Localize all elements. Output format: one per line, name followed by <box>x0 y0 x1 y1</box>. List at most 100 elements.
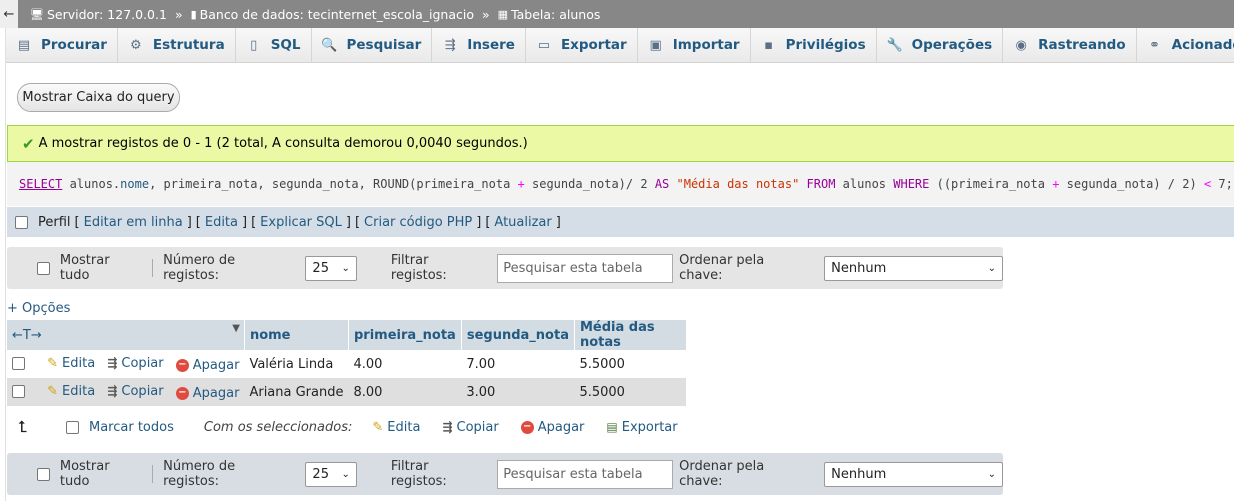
row-edit-button[interactable]: ✎ Edita <box>47 356 95 371</box>
table-row: ✎ Edita ⇶ Copiar − Apagar Valéria Linda 4.0… <box>7 350 687 378</box>
divider <box>152 465 154 483</box>
divider <box>152 259 154 277</box>
breadcrumb-server[interactable]: 🖥 Servidor: 127.0.0.1 <box>30 7 167 22</box>
table-icon: ▦ <box>497 7 509 21</box>
cell-primeira-nota[interactable]: 4.00 <box>348 350 462 378</box>
breadcrumb-table[interactable]: ▦ Tabela: alunos <box>498 7 601 22</box>
tab-insert[interactable]: ⇶ Insere <box>432 28 526 62</box>
bulk-actions-bar: ⮤ Marcar todos Com os seleccionados: ✎ Ed… <box>18 414 700 440</box>
cell-segunda-nota[interactable]: 3.00 <box>461 378 575 406</box>
sort-key-select[interactable]: Nenhum ⌄ <box>824 255 1003 281</box>
bulk-export-button[interactable]: ▤ Exportar <box>606 420 677 435</box>
chevron-down-icon: ⌄ <box>987 262 996 274</box>
cell-media[interactable]: 5.5000 <box>574 378 687 406</box>
column-header-media[interactable]: Média das notas <box>574 320 687 350</box>
cell-primeira-nota[interactable]: 8.00 <box>348 378 462 406</box>
profile-checkbox[interactable] <box>15 215 28 229</box>
tab-import[interactable]: ▣ Importar <box>638 28 751 62</box>
tab-triggers[interactable]: ⚭Acionadores <box>1137 28 1234 62</box>
tab-bar: ▤ Procurar ⚙ Estrutura ▯ SQL 🔍 Pesquisar ⇶ In… <box>6 28 1234 63</box>
triggers-icon: ⚭ <box>1149 37 1161 53</box>
refresh-link[interactable]: Atualizar <box>494 215 551 230</box>
column-menu-chevron-icon[interactable]: ▼ <box>232 323 240 334</box>
show-all-checkbox[interactable] <box>37 261 50 275</box>
num-rows-select[interactable]: 25 ⌄ <box>305 255 357 281</box>
column-header-nome[interactable]: nome <box>244 320 349 350</box>
profile-label: Perfil <box>38 214 71 230</box>
tab-export[interactable]: ▭ Exportar <box>526 28 638 62</box>
cell-nome[interactable]: Valéria Linda <box>244 350 349 378</box>
with-selected-label: Com os seleccionados: <box>203 419 353 435</box>
edit-inline-link[interactable]: Editar em linha <box>84 215 183 230</box>
filter-input[interactable]: Pesquisar esta tabela <box>497 253 674 283</box>
sort-label: Ordenar pela chave: <box>679 459 765 489</box>
filter-label: Filtrar registos: <box>390 459 447 489</box>
row-copy-button[interactable]: ⇶ Copiar <box>107 356 163 371</box>
row-checkbox[interactable] <box>12 357 25 370</box>
cell-nome[interactable]: Ariana Grande <box>244 378 349 406</box>
bulk-delete-button[interactable]: − Apagar <box>520 420 584 435</box>
left-edge <box>0 28 6 501</box>
bracket: [ <box>195 214 201 230</box>
tab-browse[interactable]: ▤ Procurar <box>6 28 118 62</box>
filter-input[interactable]: Pesquisar esta tabela <box>497 459 674 489</box>
check-all-label[interactable]: Marcar todos <box>89 420 174 435</box>
tab-structure[interactable]: ⚙ Estrutura <box>118 28 236 62</box>
column-header-segunda-nota[interactable]: segunda_nota <box>461 320 575 350</box>
sql-text: ((primeira_nota <box>929 177 1053 191</box>
arrow-up-left-icon: ⮤ <box>18 417 28 436</box>
show-query-box-button[interactable]: Mostrar Caixa do query <box>17 83 180 112</box>
column-header-primeira-nota[interactable]: primeira_nota <box>348 320 462 350</box>
sql-operator: < <box>1203 177 1212 191</box>
results-table: ←T→ ▼ nome primeira_nota segunda_nota Mé… <box>7 320 687 406</box>
row-checkbox[interactable] <box>12 385 25 398</box>
tab-operations[interactable]: 🔧 Operações <box>877 28 1004 62</box>
bracket: ] <box>242 214 248 230</box>
back-arrow-icon[interactable]: ← <box>0 0 18 28</box>
row-edit-button[interactable]: ✎ Edita <box>47 384 95 399</box>
row-copy-button[interactable]: ⇶ Copiar <box>107 384 163 399</box>
chevron-down-icon: ⌄ <box>341 262 350 274</box>
row-delete-button[interactable]: − Apagar <box>175 386 239 401</box>
sql-operator: + <box>1052 177 1060 191</box>
sql-column: nome <box>120 177 150 191</box>
cell-media[interactable]: 5.5000 <box>574 350 687 378</box>
sql-text: , primeira_nota, segunda_nota, ROUND(pri… <box>149 177 518 191</box>
bulk-edit-button[interactable]: ✎ Edita <box>372 420 420 435</box>
export-icon: ▤ <box>606 420 618 434</box>
pencil-icon: ✎ <box>372 419 384 435</box>
bracket: ] <box>476 214 482 230</box>
sql-string: "Média das notas" <box>669 177 807 191</box>
create-php-link[interactable]: Criar código PHP <box>364 215 472 230</box>
edit-query-link[interactable]: Edita <box>205 215 238 230</box>
tab-search[interactable]: 🔍 Pesquisar <box>312 28 433 62</box>
column-arrows-icon[interactable]: ←T→ <box>12 328 42 343</box>
show-all-checkbox[interactable] <box>37 467 50 481</box>
sql-keyword-select[interactable]: SELECT <box>19 177 62 191</box>
cell-segunda-nota[interactable]: 7.00 <box>461 350 575 378</box>
tab-privileges[interactable]: ▪ Privilégios <box>751 28 877 62</box>
num-rows-label: Número de registos: <box>163 459 236 489</box>
num-rows-select[interactable]: 25 ⌄ <box>305 461 357 487</box>
breadcrumb-database[interactable]: ▮ Banco de dados: tecinternet_escola_ign… <box>191 7 474 22</box>
breadcrumb-separator: » <box>482 6 490 22</box>
tab-sql[interactable]: ▯ SQL <box>236 28 312 62</box>
chevron-down-icon: ⌄ <box>341 468 350 480</box>
row-delete-button[interactable]: − Apagar <box>175 358 239 373</box>
show-all-label: Mostrar tudo <box>59 253 110 283</box>
structure-icon: ⚙ <box>130 37 142 53</box>
sql-keyword-from: FROM <box>806 177 836 191</box>
sort-key-select[interactable]: Nenhum ⌄ <box>824 461 1003 487</box>
explain-sql-link[interactable]: Explicar SQL <box>260 215 342 230</box>
sql-keyword-where: WHERE <box>893 177 930 191</box>
options-link[interactable]: + Opções <box>7 301 70 316</box>
pencil-icon: ✎ <box>47 384 59 399</box>
bulk-copy-button[interactable]: ⇶ Copiar <box>442 420 498 435</box>
import-icon: ▣ <box>649 37 662 53</box>
sql-query-display: SELECT alunos. nome , primeira_nota, seg… <box>7 162 1234 206</box>
sql-text: segunda_nota) / 2) <box>1059 177 1204 191</box>
row-actions-cell: ✎ Edita ⇶ Copiar − Apagar <box>7 378 245 406</box>
export-icon: ▭ <box>537 37 551 53</box>
check-all-checkbox[interactable] <box>66 420 79 434</box>
tab-tracking[interactable]: ◉ Rastreando <box>1003 28 1137 62</box>
